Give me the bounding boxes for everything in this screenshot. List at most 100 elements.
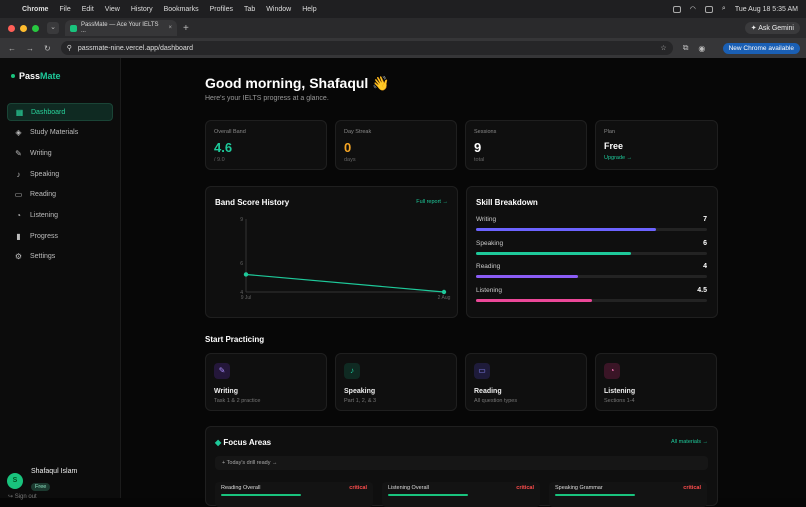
sidebar-item-speaking[interactable]: ♪ Speaking [7, 165, 113, 183]
sidebar-item-progress[interactable]: ▮ Progress [7, 227, 113, 245]
focus-areas-title: ◆ Focus Areas [215, 438, 271, 447]
start-practicing-title: Start Practicing [205, 335, 265, 344]
practice-name: Writing [214, 388, 238, 395]
new-chrome-button[interactable]: New Chrome available [722, 42, 800, 54]
focus-item-bar [221, 494, 301, 496]
stat-card-overall-band: Overall Band 4.6 / 9.0 [205, 120, 327, 170]
menu-tab[interactable]: Tab [244, 6, 255, 13]
skill-breakdown-card: Skill Breakdown Writing 7 Speaking 6 Reading… [466, 186, 718, 318]
sidebar-item-settings[interactable]: ⚙ Settings [7, 248, 113, 266]
skill-track [476, 251, 707, 255]
dashboard-icon: ▦ [15, 107, 24, 117]
menu-edit[interactable]: Edit [82, 6, 94, 13]
user-profile[interactable]: S Shafaqul Islam Free [7, 468, 77, 493]
sidebar-item-label: Reading [30, 191, 57, 199]
active-tab[interactable]: PassMate — Ace Your IELTS ... × [65, 20, 177, 36]
logo-pass: Pass [19, 71, 41, 81]
band-history-chart: 9649 Jul 2 Aug [240, 217, 450, 301]
stat-value: 9 [474, 140, 482, 155]
focus-item[interactable]: Reading Overall critical [215, 482, 373, 507]
skill-bar-fill [476, 228, 657, 231]
tab-search-icon[interactable]: ⌄ [47, 22, 59, 34]
status-icon[interactable] [672, 5, 681, 13]
sidebar-item-writing[interactable]: ✎ Writing [7, 144, 113, 162]
avatar: S [7, 472, 23, 489]
listening-icon: ◔ [16, 211, 21, 220]
ask-gemini-button[interactable]: ✦ Ask Gemini [744, 22, 800, 34]
sidebar-item-label: Writing [30, 149, 52, 157]
new-tab-icon[interactable]: + [183, 23, 189, 34]
focus-item-bar [555, 494, 635, 496]
minimize-window-icon[interactable] [20, 24, 27, 32]
sidebar-item-reading[interactable]: ▭ Reading [7, 186, 113, 204]
user-name: Shafaqul Islam [31, 468, 78, 475]
practice-card-reading[interactable]: ▭ Reading All question types [465, 353, 587, 411]
upgrade-link[interactable]: Upgrade → [604, 155, 632, 161]
forward-icon[interactable]: → [26, 44, 34, 53]
practice-card-listening[interactable]: ◔ Listening Sections 1-4 [595, 353, 717, 411]
url-bar[interactable]: ⚲ passmate-nine.vercel.app/dashboard ☆ [60, 41, 673, 55]
practice-desc: Task 1 & 2 practice [214, 398, 261, 404]
settings-icon: ⚙ [14, 252, 23, 262]
writing-icon: ✎ [15, 148, 22, 158]
skill-row: Listening 4.5 [476, 287, 707, 302]
skill-score: 4 [703, 263, 707, 270]
logo-dot-icon [11, 74, 15, 78]
sign-out-link[interactable]: ↪ Sign out [8, 493, 37, 500]
logo[interactable]: Pass Mate [11, 71, 61, 81]
zoom-window-icon[interactable] [32, 24, 39, 32]
site-info-icon[interactable]: ⚲ [67, 44, 72, 52]
practice-card-speaking[interactable]: ♪ Speaking Part 1, 2, & 3 [335, 353, 457, 411]
stat-label: Sessions [474, 129, 497, 135]
skill-row: Speaking 6 [476, 240, 707, 255]
practice-card-writing[interactable]: ✎ Writing Task 1 & 2 practice [205, 353, 327, 411]
sidebar-item-label: Speaking [30, 170, 60, 178]
stat-card-plan: Plan Free Upgrade → [595, 120, 718, 170]
macos-menu-bar: Chrome File Edit View History Bookmarks … [0, 0, 806, 18]
sidebar-item-label: Listening [30, 212, 59, 219]
close-window-icon[interactable] [8, 24, 15, 32]
stat-label: Day Streak [344, 129, 372, 135]
menu-chrome[interactable]: Chrome [22, 6, 48, 13]
menu-help[interactable]: Help [302, 6, 316, 13]
menu-window[interactable]: Window [266, 6, 291, 13]
extensions-icon[interactable]: ⧉ [683, 43, 689, 53]
writing-icon: ✎ [214, 363, 230, 379]
battery-icon[interactable] [704, 5, 713, 13]
drill-text: Today's drill ready → [226, 460, 278, 466]
window-controls [8, 24, 39, 32]
menu-view[interactable]: View [105, 6, 120, 13]
app: Pass Mate ▦ Dashboard ◈ Study Materials ✎ Writ… [0, 58, 806, 507]
address-bar-row: ← → ↻ ⚲ passmate-nine.vercel.app/dashboa… [0, 38, 806, 58]
sidebar-item-listening[interactable]: ◔ Listening [7, 207, 113, 225]
close-tab-icon[interactable]: × [168, 25, 172, 31]
menu-profiles[interactable]: Profiles [210, 6, 233, 13]
focus-item[interactable]: Speaking Grammar critical [549, 482, 707, 507]
sidebar-item-label: Study Materials [30, 129, 79, 137]
wifi-icon[interactable]: ◠ [690, 5, 696, 13]
menu-bookmarks[interactable]: Bookmarks [164, 6, 199, 13]
profile-icon[interactable]: ◉ [698, 44, 705, 53]
listening-icon: ◔ [604, 363, 620, 379]
drill-banner[interactable]: + Today's drill ready → [215, 456, 708, 470]
menu-history[interactable]: History [131, 6, 153, 13]
search-icon[interactable]: ⌕ [722, 5, 726, 13]
speaking-icon: ♪ [16, 169, 21, 179]
bookmark-star-icon[interactable]: ☆ [660, 44, 666, 52]
focus-item-bar [388, 494, 468, 496]
skill-breakdown-title: Skill Breakdown [476, 198, 538, 207]
logo-mate: Mate [40, 71, 61, 81]
practice-desc: All question types [474, 398, 518, 404]
reload-icon[interactable]: ↻ [44, 44, 51, 53]
skill-bar-fill [476, 298, 592, 302]
skill-score: 7 [703, 216, 707, 223]
focus-item[interactable]: Listening Overall critical [382, 482, 540, 507]
sidebar-item-label: Progress [30, 232, 59, 240]
back-icon[interactable]: ← [8, 44, 16, 53]
all-materials-link[interactable]: All materials → [671, 439, 708, 445]
sidebar-item-dashboard[interactable]: ▦ Dashboard [7, 103, 113, 121]
menu-file[interactable]: File [59, 6, 70, 13]
clock[interactable]: Tue Aug 18 5:35 AM [735, 6, 798, 13]
sidebar-item-study-materials[interactable]: ◈ Study Materials [7, 124, 113, 142]
progress-icon: ▮ [16, 231, 21, 241]
